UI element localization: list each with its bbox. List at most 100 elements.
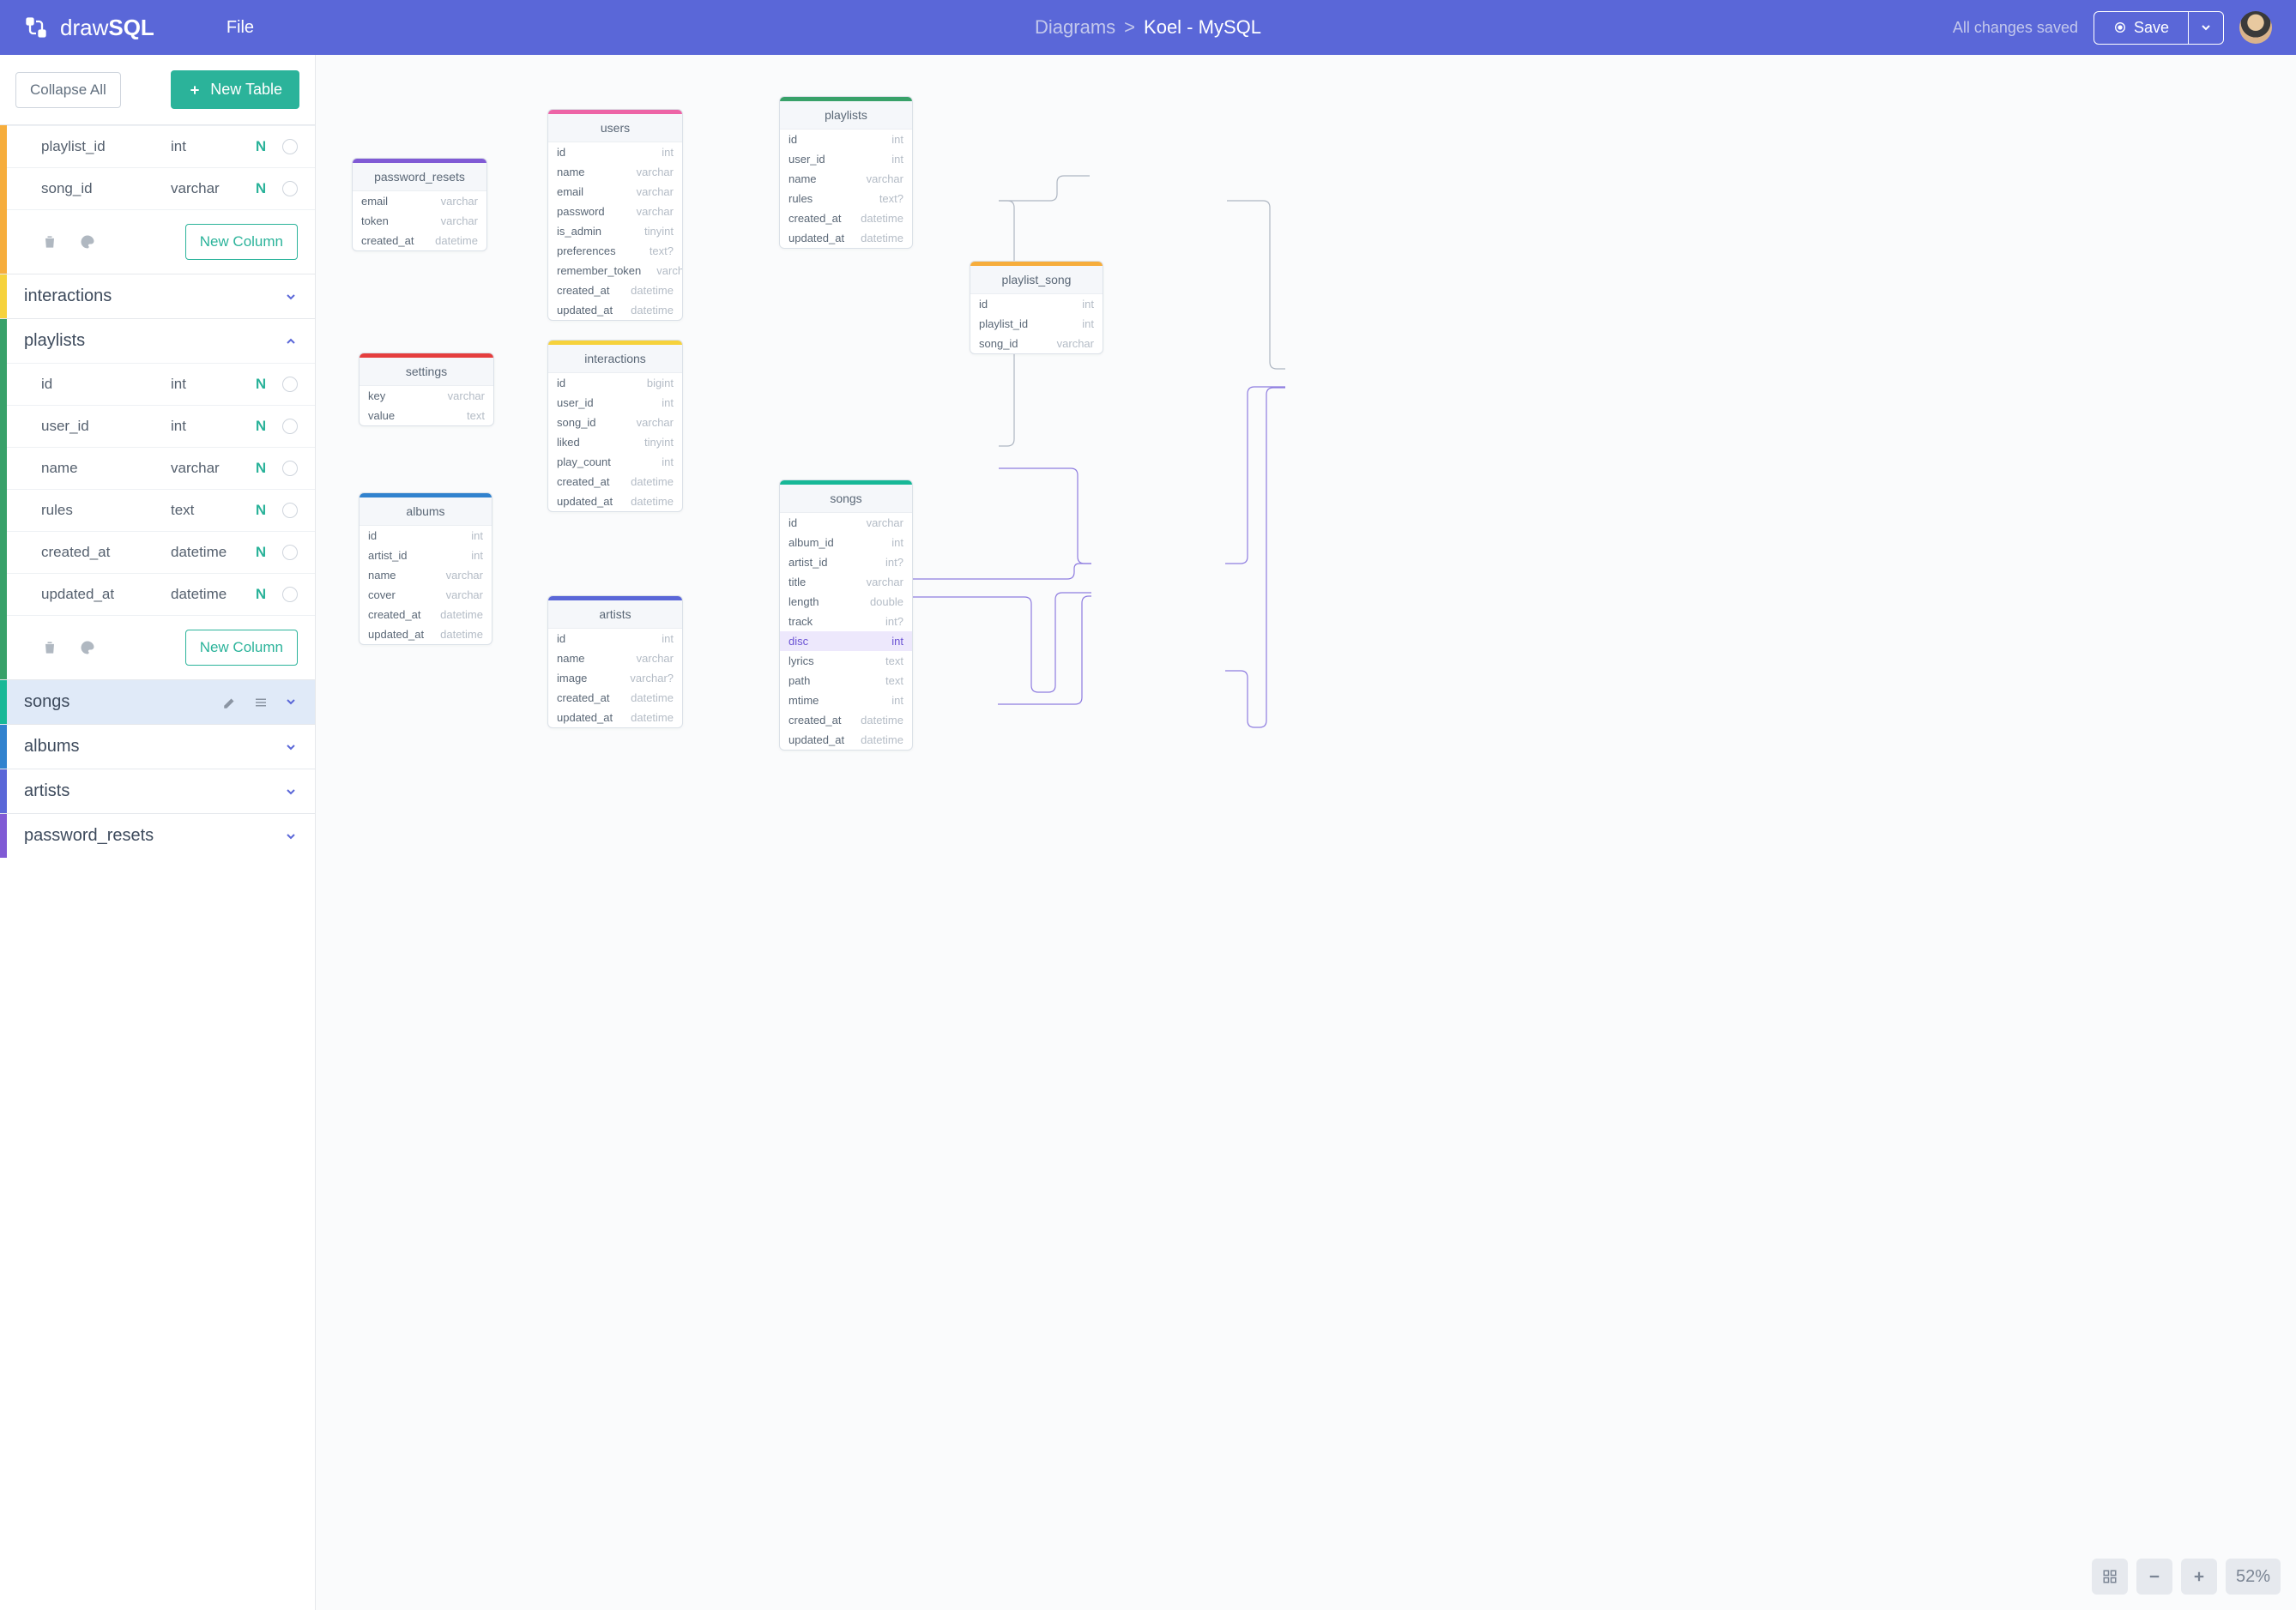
grid-view-button[interactable] [2092,1559,2128,1595]
save-button[interactable]: Save [2094,11,2189,45]
table-header-albums[interactable]: albums [0,725,315,769]
table-column[interactable]: covervarchar [360,585,492,605]
table-users[interactable]: users idintnamevarcharemailvarcharpasswo… [547,109,683,321]
table-songs[interactable]: songs idvarcharalbum_idintartist_idint?t… [779,479,913,751]
zoom-in-button[interactable] [2181,1559,2217,1595]
table-playlists[interactable]: playlists idintuser_idintnamevarcharrule… [779,96,913,249]
table-column[interactable]: idint [548,629,682,648]
table-column[interactable]: created_atdatetime [780,208,912,228]
table-column[interactable]: valuetext [360,406,493,425]
table-column[interactable]: play_countint [548,452,682,472]
trash-icon[interactable] [41,639,58,656]
table-column[interactable]: created_atdatetime [548,688,682,708]
table-column[interactable]: updated_atdatetime [548,300,682,320]
column-row[interactable]: song_id varchar N [7,167,315,209]
table-settings[interactable]: settings keyvarcharvaluetext [359,353,494,426]
table-column[interactable]: album_idint [780,533,912,552]
table-column[interactable]: created_atdatetime [780,710,912,730]
column-row[interactable]: user_idintN [7,405,315,447]
table-column[interactable]: trackint? [780,612,912,631]
table-column[interactable]: created_atdatetime [353,231,486,250]
table-column[interactable]: updated_atdatetime [548,491,682,511]
table-column[interactable]: user_idint [780,149,912,169]
table-password-resets[interactable]: password_resets emailvarchartokenvarchar… [352,158,487,251]
column-row[interactable]: idintN [7,363,315,405]
save-dropdown[interactable] [2189,11,2224,45]
table-column[interactable]: keyvarchar [360,386,493,406]
zoom-level[interactable]: 52% [2226,1559,2281,1595]
table-header-songs[interactable]: songs [0,680,315,724]
table-header-playlists[interactable]: playlists [0,319,315,363]
table-column[interactable]: idbigint [548,373,682,393]
table-column[interactable]: remember_tokenvarchar? [548,261,682,280]
table-column[interactable]: tokenvarchar [353,211,486,231]
table-column[interactable]: pathtext [780,671,912,690]
pencil-icon[interactable] [222,695,238,710]
breadcrumb-root[interactable]: Diagrams [1035,16,1115,39]
file-menu[interactable]: File [227,18,254,38]
table-column[interactable]: is_admintinyint [548,221,682,241]
table-column[interactable]: namevarchar [548,162,682,182]
table-column[interactable]: emailvarchar [548,182,682,202]
collapse-all-button[interactable]: Collapse All [15,72,121,108]
pk-radio[interactable] [282,587,298,602]
table-column[interactable]: created_atdatetime [548,472,682,491]
table-column[interactable]: idint [970,294,1103,314]
table-column[interactable]: idint [780,130,912,149]
table-column[interactable]: updated_atdatetime [548,708,682,727]
table-column[interactable]: artist_idint? [780,552,912,572]
table-column[interactable]: namevarchar [360,565,492,585]
list-icon[interactable] [253,695,269,710]
pk-radio[interactable] [282,461,298,476]
column-row[interactable]: playlist_id int N [7,125,315,167]
pk-radio[interactable] [282,545,298,560]
column-row[interactable]: rulestextN [7,489,315,531]
table-playlist-song[interactable]: playlist_song idintplaylist_idintsong_id… [970,261,1103,354]
new-table-button[interactable]: New Table [171,70,299,109]
table-column[interactable]: updated_atdatetime [780,228,912,248]
table-column[interactable]: preferencestext? [548,241,682,261]
table-column[interactable]: likedtinyint [548,432,682,452]
pk-radio[interactable] [282,181,298,196]
table-column[interactable]: updated_atdatetime [780,730,912,750]
zoom-out-button[interactable] [2136,1559,2172,1595]
avatar[interactable] [2239,11,2272,44]
table-column[interactable]: discint [780,631,912,651]
table-header-artists[interactable]: artists [0,769,315,813]
table-column[interactable]: idint [360,526,492,546]
palette-icon[interactable] [79,233,96,250]
table-column[interactable]: idint [548,142,682,162]
logo[interactable]: drawSQL [24,15,154,41]
table-column[interactable]: song_idvarchar [970,334,1103,353]
column-row[interactable]: created_atdatetimeN [7,531,315,573]
pk-radio[interactable] [282,139,298,154]
column-row[interactable]: namevarcharN [7,447,315,489]
table-interactions[interactable]: interactions idbigintuser_idintsong_idva… [547,340,683,512]
column-row[interactable]: updated_atdatetimeN [7,573,315,615]
pk-radio[interactable] [282,419,298,434]
table-column[interactable]: namevarchar [780,169,912,189]
table-column[interactable]: imagevarchar? [548,668,682,688]
table-column[interactable]: namevarchar [548,648,682,668]
table-column[interactable]: mtimeint [780,690,912,710]
table-column[interactable]: user_idint [548,393,682,413]
new-column-button[interactable]: New Column [185,224,298,260]
table-column[interactable]: song_idvarchar [548,413,682,432]
table-column[interactable]: created_atdatetime [360,605,492,624]
pk-radio[interactable] [282,503,298,518]
table-column[interactable]: titlevarchar [780,572,912,592]
canvas[interactable]: password_resets emailvarchartokenvarchar… [316,55,2296,1610]
table-column[interactable]: playlist_idint [970,314,1103,334]
table-column[interactable]: passwordvarchar [548,202,682,221]
breadcrumb-current[interactable]: Koel - MySQL [1144,16,1261,39]
pk-radio[interactable] [282,377,298,392]
table-artists[interactable]: artists idintnamevarcharimagevarchar?cre… [547,595,683,728]
palette-icon[interactable] [79,639,96,656]
table-column[interactable]: rulestext? [780,189,912,208]
table-column[interactable]: idvarchar [780,513,912,533]
table-header-interactions[interactable]: interactions [0,274,315,318]
table-column[interactable]: lyricstext [780,651,912,671]
table-albums[interactable]: albums idintartist_idintnamevarcharcover… [359,492,492,645]
table-column[interactable]: created_atdatetime [548,280,682,300]
table-column[interactable]: emailvarchar [353,191,486,211]
